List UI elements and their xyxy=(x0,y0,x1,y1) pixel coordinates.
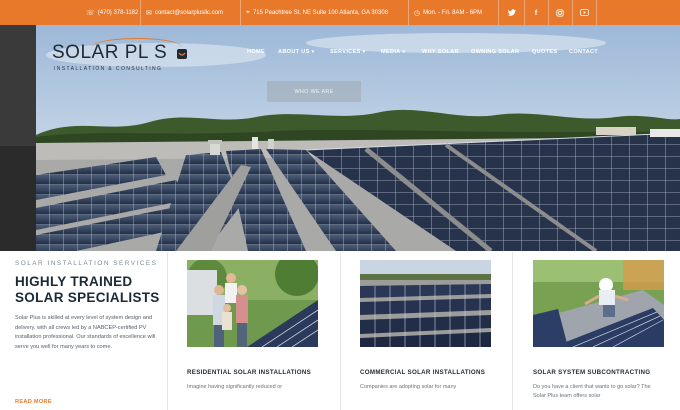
card-body: Do you have a client that wants to go so… xyxy=(533,384,651,399)
residential-family-image xyxy=(187,260,318,347)
nav-about-us[interactable]: ABOUT US ▾ xyxy=(278,49,314,55)
chevron-down-icon: ▾ xyxy=(362,49,366,55)
address-text: 715 Peachtree St. NE Suite 100 Atlanta, … xyxy=(252,9,389,16)
address-contact[interactable]: ⌖ 715 Peachtree St. NE Suite 100 Atlanta… xyxy=(246,0,388,25)
chevron-down-icon: ▾ xyxy=(402,49,406,55)
nav-services[interactable]: SERVICES ▾ xyxy=(330,49,365,55)
instagram-icon[interactable] xyxy=(548,0,572,25)
phone-number: (470) 378-1182 xyxy=(97,9,139,16)
service-card-subcontracting[interactable]: SOLAR SYSTEM SUBCONTRACTING Do you have … xyxy=(533,260,664,401)
chevron-down-icon: ▾ xyxy=(311,49,315,55)
hours-contact: ◷ Mon. - Fri. 8AM - 6PM xyxy=(414,0,482,25)
subcontracting-installer-image xyxy=(533,260,664,347)
top-contact-bar: ☏ (470) 378-1182 ✉ contact@solarplusllc.… xyxy=(0,0,680,25)
nav-media[interactable]: MEDIA ▾ xyxy=(381,49,405,55)
logo-wordmark: SOLAR PL S xyxy=(52,42,168,63)
section-heading: HIGHLY TRAINED SOLAR SPECIALISTS xyxy=(15,274,160,305)
section-kicker: SOLAR INSTALLATION SERVICES xyxy=(15,260,158,267)
nav-home[interactable]: HOME xyxy=(247,49,265,55)
nav-quotes[interactable]: QUOTES xyxy=(532,49,557,55)
service-card-commercial[interactable]: COMMERCIAL SOLAR INSTALLATIONS Companies… xyxy=(360,260,491,392)
nav-why-solar[interactable]: WHY SOLAR xyxy=(422,49,459,55)
nav-contact[interactable]: CONTACT xyxy=(569,49,598,55)
logo-plug-icon xyxy=(177,49,187,59)
section-body: Solar Plus is skilled at every level of … xyxy=(15,315,156,350)
email-contact[interactable]: ✉ contact@solarplusllc.com xyxy=(146,0,223,25)
hours-text: Mon. - Fri. 8AM - 6PM xyxy=(423,9,483,16)
solar-plus-logo[interactable]: SOLAR PL S INSTALLATION & CONSULTING xyxy=(52,38,212,78)
email-address: contact@solarplusllc.com xyxy=(154,9,223,16)
phone-contact[interactable]: ☏ (470) 378-1182 xyxy=(86,0,138,25)
logo-tagline: INSTALLATION & CONSULTING xyxy=(54,66,163,72)
envelope-icon: ✉ xyxy=(146,9,152,17)
youtube-icon[interactable] xyxy=(572,0,596,25)
left-edge-panel xyxy=(0,25,36,251)
card-body: Imagine having significantly reduced or xyxy=(187,384,283,390)
commercial-array-image xyxy=(360,260,491,347)
service-card-residential[interactable]: RESIDENTIAL SOLAR INSTALLATIONS Imagine … xyxy=(187,260,318,392)
read-more-link[interactable]: READ MORE xyxy=(15,399,52,405)
facebook-icon[interactable]: f xyxy=(524,0,548,25)
card-title: RESIDENTIAL SOLAR INSTALLATIONS xyxy=(187,369,312,376)
clock-icon: ◷ xyxy=(414,9,421,17)
phone-icon: ☏ xyxy=(86,9,95,17)
card-body: Companies are adopting solar for many xyxy=(360,384,457,390)
card-title: SOLAR SYSTEM SUBCONTRACTING xyxy=(533,369,651,376)
map-pin-icon: ⌖ xyxy=(246,8,250,16)
who-we-are-button[interactable]: WHO WE ARE xyxy=(267,81,361,102)
card-title: COMMERCIAL SOLAR INSTALLATIONS xyxy=(360,369,486,376)
nav-owning-solar[interactable]: OWNING SOLAR xyxy=(471,49,519,55)
twitter-icon[interactable] xyxy=(500,0,524,25)
intro-section: SOLAR INSTALLATION SERVICES HIGHLY TRAIN… xyxy=(15,260,165,352)
